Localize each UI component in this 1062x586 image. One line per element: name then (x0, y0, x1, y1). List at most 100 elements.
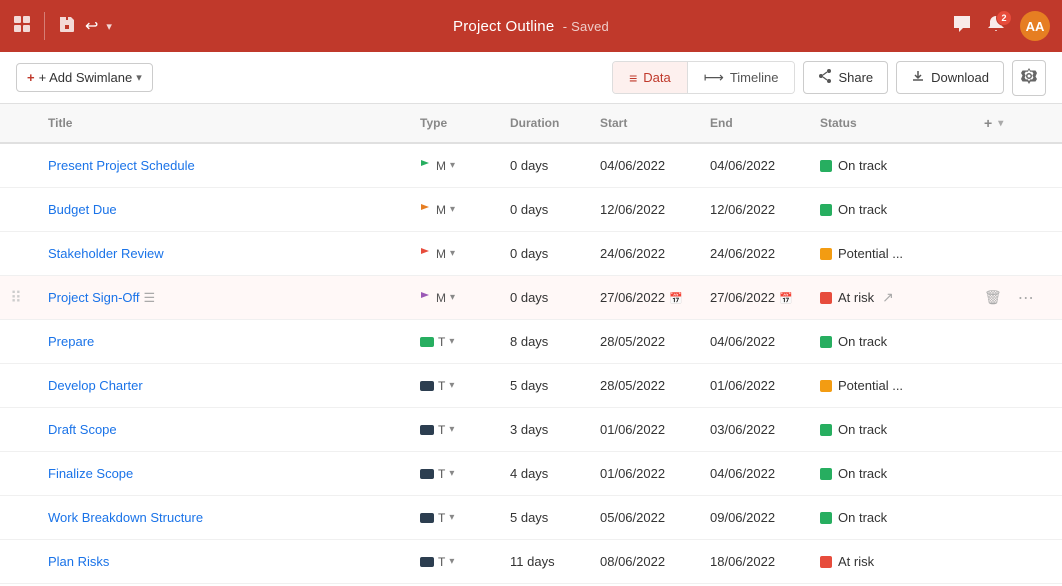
row-end: 04/06/2022 (702, 334, 812, 349)
data-table: Title Type Duration Start End Status + ▾… (0, 104, 1062, 586)
row-title[interactable]: Finalize Scope (32, 466, 412, 481)
status-dot (820, 336, 832, 348)
type-dropdown-icon[interactable]: ▾ (449, 468, 454, 479)
tab-timeline[interactable]: ⟼ Timeline (688, 62, 795, 93)
type-dropdown-icon[interactable]: ▾ (450, 204, 455, 215)
add-swimlane-label: + Add Swimlane (39, 70, 133, 85)
row-start: 27/06/2022📅 (592, 290, 702, 305)
row-title[interactable]: Develop Charter (32, 378, 412, 393)
row-title[interactable]: Present Project Schedule (32, 158, 412, 173)
row-type[interactable]: T ▾ (412, 467, 502, 481)
row-end: 01/06/2022 (702, 378, 812, 393)
start-calendar-icon[interactable]: 📅 (669, 293, 683, 305)
tab-timeline-label: Timeline (730, 70, 779, 85)
row-type[interactable]: M ▾ (412, 291, 502, 305)
row-title[interactable]: Work Breakdown Structure (32, 510, 412, 525)
row-end: 04/06/2022 (702, 466, 812, 481)
status-dot (820, 248, 832, 260)
row-title[interactable]: Budget Due (32, 202, 412, 217)
add-swimlane-button[interactable]: + + Add Swimlane ▾ (16, 63, 153, 92)
row-end: 24/06/2022 (702, 246, 812, 261)
row-type[interactable]: T ▾ (412, 335, 502, 349)
row-title[interactable]: Plan Risks (32, 554, 412, 569)
type-dropdown-icon[interactable]: ▾ (450, 292, 455, 303)
th-status: Status (812, 116, 972, 130)
row-start: 28/05/2022 (592, 378, 702, 393)
download-button[interactable]: Download (896, 61, 1004, 94)
share-icon (818, 69, 832, 86)
row-duration: 0 days (502, 202, 592, 217)
th-add[interactable]: + ▾ (972, 113, 1032, 133)
delete-icon[interactable]: 🗑 (980, 289, 1006, 306)
row-duration: 5 days (502, 510, 592, 525)
tab-data[interactable]: ≡ Data (613, 62, 687, 93)
table-row: Plan Risks T ▾ 11 days 08/06/2022 18/06/… (0, 540, 1062, 584)
type-dropdown-icon[interactable]: ▾ (449, 556, 454, 567)
row-title[interactable]: Stakeholder Review (32, 246, 412, 261)
type-dropdown-icon[interactable]: ▾ (450, 160, 455, 171)
status-dot (820, 424, 832, 436)
undo-icon[interactable]: ↩ (85, 16, 98, 36)
row-duration: 4 days (502, 466, 592, 481)
table-body: Present Project Schedule M ▾ 0 days 04/0… (0, 144, 1062, 586)
timeline-tab-icon: ⟼ (704, 69, 724, 86)
row-start: 05/06/2022 (592, 510, 702, 525)
chat-icon[interactable] (952, 14, 972, 39)
row-title[interactable]: Draft Scope (32, 422, 412, 437)
th-type: Type (412, 116, 502, 130)
row-type[interactable]: T ▾ (412, 379, 502, 393)
row-type[interactable]: M ▾ (412, 203, 502, 217)
row-type[interactable]: M ▾ (412, 247, 502, 261)
status-dot (820, 292, 832, 304)
table-header: Title Type Duration Start End Status + ▾ (0, 104, 1062, 144)
type-dropdown-icon[interactable]: ▾ (449, 380, 454, 391)
type-dropdown-icon[interactable]: ▾ (449, 424, 454, 435)
row-status: On track (812, 202, 972, 217)
plus-icon: + (27, 70, 35, 85)
row-start: 24/06/2022 (592, 246, 702, 261)
row-duration: 11 days (502, 554, 592, 569)
table-row: Budget Due M ▾ 0 days 12/06/2022 12/06/2… (0, 188, 1062, 232)
th-start: Start (592, 116, 702, 130)
avatar[interactable]: AA (1020, 11, 1050, 41)
row-status: At risk ↗ (812, 289, 972, 306)
type-dropdown-icon[interactable]: ▾ (449, 336, 454, 347)
notifications-icon[interactable]: 2 (986, 14, 1006, 39)
row-status: Potential ... (812, 246, 972, 261)
row-type[interactable]: M ▾ (412, 159, 502, 173)
add-column-chevron-icon[interactable]: ▾ (998, 118, 1003, 129)
row-type[interactable]: T ▾ (412, 555, 502, 569)
divider-1 (44, 12, 45, 40)
drag-handle[interactable]: ⠿ (0, 288, 32, 308)
end-calendar-icon[interactable]: 📅 (779, 293, 793, 305)
save-icon[interactable] (57, 14, 77, 39)
top-bar-right: 2 AA (952, 11, 1050, 41)
settings-icon (1021, 71, 1037, 88)
row-end: 12/06/2022 (702, 202, 812, 217)
table-row: ⠿ Project Sign-Off☰ M ▾ 0 days 27/06/202… (0, 276, 1062, 320)
row-type[interactable]: T ▾ (412, 511, 502, 525)
row-end: 04/06/2022 (702, 158, 812, 173)
share-button[interactable]: Share (803, 61, 888, 94)
row-type[interactable]: T ▾ (412, 423, 502, 437)
row-duration: 0 days (502, 246, 592, 261)
type-dropdown-icon[interactable]: ▾ (450, 248, 455, 259)
settings-button[interactable] (1012, 60, 1046, 96)
row-status: On track (812, 510, 972, 525)
swimlane-chevron-icon: ▾ (136, 71, 142, 84)
row-duration: 0 days (502, 290, 592, 305)
row-title[interactable]: Project Sign-Off☰ (32, 290, 412, 306)
row-title[interactable]: Prepare (32, 334, 412, 349)
table-row: Develop Charter T ▾ 5 days 28/05/2022 01… (0, 364, 1062, 408)
undo-chevron-icon[interactable]: ▾ (106, 20, 112, 33)
status-label: Potential ... (838, 378, 903, 393)
row-status: On track (812, 334, 972, 349)
toolbar: + + Add Swimlane ▾ ≡ Data ⟼ Timeline Sha… (0, 52, 1062, 104)
more-options-icon[interactable]: ⋯ (1014, 288, 1038, 308)
status-label: Potential ... (838, 246, 903, 261)
add-column-icon[interactable]: + (980, 113, 996, 133)
type-dropdown-icon[interactable]: ▾ (449, 512, 454, 523)
row-start: 01/06/2022 (592, 422, 702, 437)
home-icon[interactable] (12, 14, 32, 39)
top-bar: ↩ ▾ Project Outline - Saved 2 AA (0, 0, 1062, 52)
